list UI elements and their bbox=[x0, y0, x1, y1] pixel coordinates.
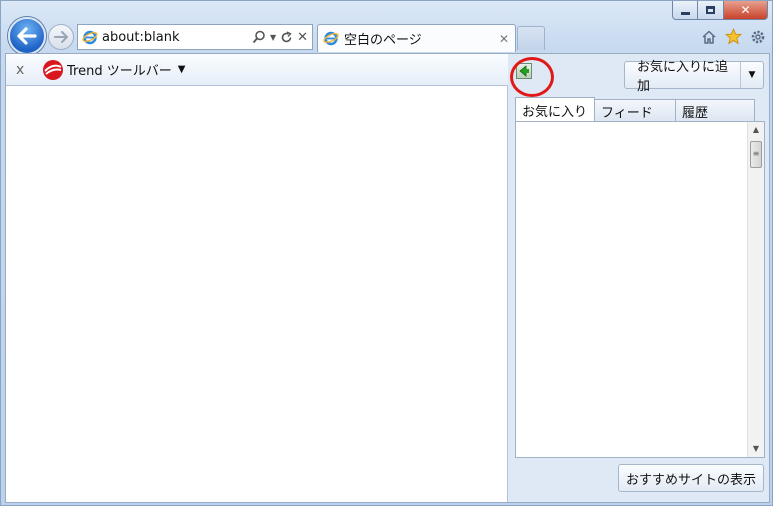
tab-favorites[interactable]: お気に入り bbox=[515, 97, 595, 121]
tab-blank-page[interactable]: 空白のページ ✕ bbox=[317, 24, 516, 52]
tab-history[interactable]: 履歴 bbox=[675, 99, 755, 121]
forward-arrow-icon bbox=[54, 31, 68, 43]
maximize-button[interactable] bbox=[698, 1, 724, 20]
tab-feeds[interactable]: フィード bbox=[594, 99, 676, 121]
minimize-button[interactable] bbox=[672, 1, 698, 20]
ie-page-icon bbox=[82, 30, 98, 45]
favorites-tabs: お気に入り フィード 履歴 bbox=[515, 97, 755, 121]
command-icons bbox=[701, 28, 766, 45]
back-button[interactable] bbox=[8, 17, 46, 55]
pin-arrow-icon bbox=[519, 65, 529, 77]
tab-title: 空白のページ bbox=[344, 33, 422, 48]
maximize-icon bbox=[706, 6, 715, 14]
trend-toolbar: x Trend ツールバー ▼ bbox=[6, 54, 508, 86]
address-input[interactable]: about:blank bbox=[102, 30, 252, 45]
back-arrow-icon bbox=[17, 27, 37, 45]
add-to-favorites-button[interactable]: お気に入りに追加 ▼ bbox=[624, 60, 764, 94]
show-recommended-sites-button[interactable]: おすすめサイトの表示 bbox=[618, 464, 764, 492]
address-bar[interactable]: about:blank ▼ ✕ bbox=[77, 24, 313, 50]
window-controls: ✕ bbox=[672, 1, 768, 20]
new-tab-button[interactable] bbox=[517, 26, 545, 50]
close-icon: ✕ bbox=[740, 3, 751, 17]
search-icon[interactable] bbox=[252, 30, 266, 44]
favorites-star-icon[interactable] bbox=[725, 28, 742, 45]
favorites-list[interactable]: ▲ ≡ ▼ bbox=[515, 121, 765, 458]
content-frame: x Trend ツールバー ▼ お気に入りに追加 ▼ お気に入り フィード 履歴… bbox=[5, 53, 770, 503]
trend-toolbar-label[interactable]: Trend ツールバー bbox=[67, 60, 172, 79]
refresh-icon[interactable] bbox=[280, 30, 293, 44]
trend-dropdown-icon[interactable]: ▼ bbox=[178, 64, 186, 75]
pin-favorites-button[interactable] bbox=[510, 57, 554, 97]
favorites-center: お気に入りに追加 ▼ お気に入り フィード 履歴 ▲ ≡ ▼ おすすめサイトの表… bbox=[508, 54, 769, 502]
tab-close-icon[interactable]: ✕ bbox=[499, 32, 509, 46]
forward-button[interactable] bbox=[48, 24, 74, 50]
add-to-favorites-label[interactable]: お気に入りに追加 bbox=[625, 60, 741, 94]
dropdown-caret-icon[interactable]: ▼ bbox=[270, 33, 276, 42]
address-actions: ▼ ✕ bbox=[252, 30, 308, 45]
settings-gear-icon[interactable] bbox=[750, 29, 766, 45]
scroll-thumb[interactable]: ≡ bbox=[750, 141, 762, 168]
scroll-up-icon[interactable]: ▲ bbox=[748, 122, 764, 138]
trend-micro-logo-icon[interactable] bbox=[42, 59, 64, 81]
page-content[interactable] bbox=[6, 86, 508, 502]
toolbar-close-icon[interactable]: x bbox=[16, 62, 30, 78]
highlight-circle bbox=[510, 57, 554, 97]
scroll-down-icon[interactable]: ▼ bbox=[748, 441, 764, 457]
browser-window: ✕ about:blank ▼ ✕ 空白のページ ✕ x Trend ツールバー… bbox=[0, 0, 773, 506]
minimize-icon bbox=[680, 11, 690, 15]
add-to-favorites-dropdown-icon[interactable]: ▼ bbox=[741, 70, 763, 80]
close-window-button[interactable]: ✕ bbox=[724, 1, 768, 20]
home-icon[interactable] bbox=[701, 29, 717, 45]
favorites-scrollbar[interactable]: ▲ ≡ ▼ bbox=[747, 122, 764, 457]
stop-icon[interactable]: ✕ bbox=[297, 30, 308, 45]
ie-tab-icon bbox=[323, 31, 339, 46]
